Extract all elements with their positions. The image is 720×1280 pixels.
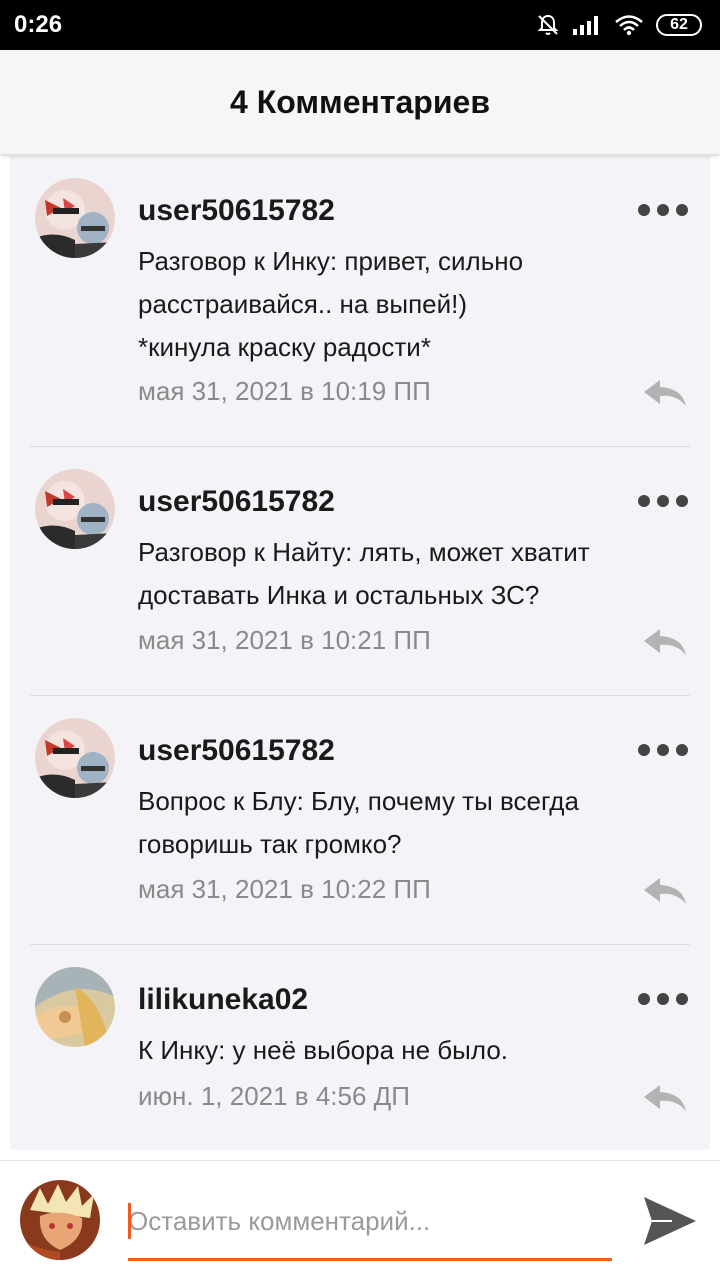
page-title: 4 Комментариев (230, 83, 490, 120)
status-icons: 62 (536, 13, 702, 37)
comment-item: lilikuneka02 К Инку: у неё выбора не был… (10, 945, 710, 1150)
mute-bell-icon (537, 14, 559, 35)
comment-date: мая 31, 2021 в 10:21 ПП (138, 625, 431, 655)
comment-text: Разговор к Инку: привет, сильно расстраи… (138, 246, 524, 362)
comment-text: К Инку: у неё выбора не было. (138, 1035, 509, 1065)
avatar[interactable] (35, 469, 115, 549)
avatar[interactable] (35, 178, 115, 258)
avatar[interactable] (35, 967, 115, 1047)
comment-text: Разговор к Найту: лять, может хватит дос… (138, 537, 590, 610)
comment-username[interactable]: user50615782 (138, 485, 335, 519)
reply-icon[interactable] (642, 378, 688, 408)
comments-list[interactable]: user50615782 Разговор к Инку: привет, си… (10, 156, 710, 1150)
avatar[interactable] (35, 718, 115, 798)
reply-icon[interactable] (642, 627, 688, 657)
comment-item: user50615782 Разговор к Найту: лять, мож… (10, 447, 710, 695)
status-bar: 0:26 62 (0, 0, 720, 50)
comment-input[interactable] (128, 1199, 612, 1261)
comments-header: 4 Комментариев (0, 50, 720, 154)
more-options-icon[interactable] (638, 740, 688, 760)
more-options-icon[interactable] (638, 491, 688, 511)
comment-username[interactable]: user50615782 (138, 734, 335, 768)
comment-date: мая 31, 2021 в 10:19 ПП (138, 376, 431, 406)
status-time: 0:26 (14, 11, 63, 38)
comment-username[interactable]: user50615782 (138, 194, 335, 228)
battery-level: 62 (670, 16, 688, 33)
comment-date: мая 31, 2021 в 10:22 ПП (138, 874, 431, 904)
send-icon[interactable] (642, 1193, 698, 1249)
text-caret (128, 1203, 131, 1239)
comment-item: user50615782 Вопрос к Блу: Блу, почему т… (10, 696, 710, 944)
comment-composer (0, 1160, 720, 1280)
more-options-icon[interactable] (638, 989, 688, 1009)
more-options-icon[interactable] (638, 200, 688, 220)
battery-icon: 62 (656, 14, 702, 36)
avatar (20, 1180, 100, 1260)
signal-icon (573, 16, 598, 35)
wifi-icon (615, 15, 643, 36)
comment-item: user50615782 Разговор к Инку: привет, си… (10, 156, 710, 446)
reply-icon[interactable] (642, 876, 688, 906)
comment-date: июн. 1, 2021 в 4:56 ДП (138, 1081, 410, 1111)
comment-text: Вопрос к Блу: Блу, почему ты всегда гово… (138, 786, 579, 859)
comment-username[interactable]: lilikuneka02 (138, 983, 308, 1017)
reply-icon[interactable] (642, 1083, 688, 1113)
